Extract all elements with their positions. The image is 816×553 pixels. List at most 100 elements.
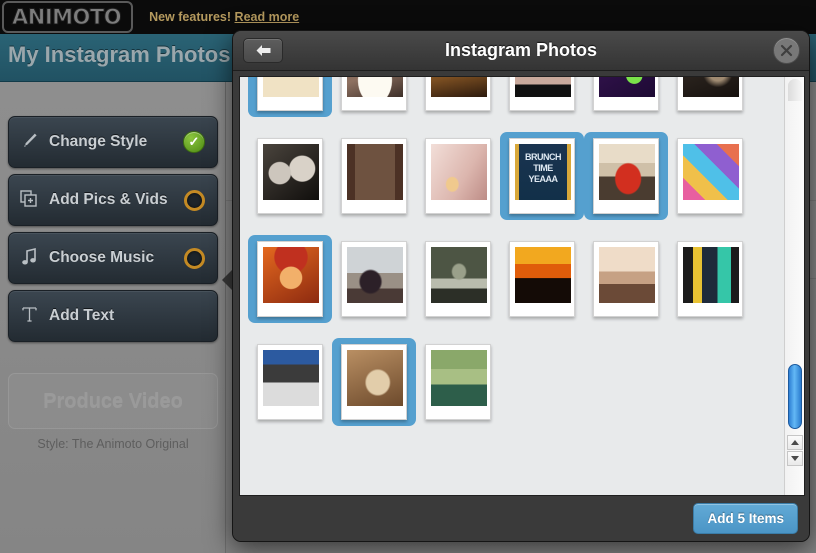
- polaroid-frame: BRUNCH TIME YEAAA: [509, 138, 575, 214]
- photo-thumbnail[interactable]: [248, 132, 332, 220]
- polaroid-frame: [677, 241, 743, 317]
- photo-thumbnail[interactable]: [668, 77, 752, 117]
- sidebar-item-add-text[interactable]: Add Text: [8, 290, 218, 342]
- green-balloon-on-purple-background: [599, 77, 655, 97]
- polaroid-frame: [341, 241, 407, 317]
- status-badge: ✓: [171, 131, 217, 153]
- sidebar-item-add-pics-vids[interactable]: Add Pics & Vids: [8, 174, 218, 226]
- produce-video-button[interactable]: Produce Video: [8, 373, 218, 429]
- music-note-icon: [9, 247, 49, 270]
- scroll-down-arrow-icon[interactable]: [787, 451, 803, 466]
- coffee-cups-on-wooden-table: [431, 77, 487, 97]
- polaroid-frame: [509, 241, 575, 317]
- photo-thumbnail[interactable]: [500, 77, 584, 117]
- polaroid-frame: [257, 241, 323, 317]
- polaroid-frame: [593, 138, 659, 214]
- photo-thumbnail[interactable]: [500, 235, 584, 323]
- sidebar-item-choose-music[interactable]: Choose Music: [8, 232, 218, 284]
- empty-ring-icon: [183, 247, 205, 269]
- polaroid-frame: [257, 138, 323, 214]
- status-badge: [171, 189, 217, 211]
- polaroid-frame: [593, 241, 659, 317]
- vertical-scrollbar[interactable]: [784, 77, 804, 495]
- couple-embracing-on-street: [347, 247, 403, 303]
- photo-thumbnail[interactable]: [332, 77, 416, 117]
- woman-sitting-on-grass-in-park: [431, 350, 487, 406]
- two-people-on-subway-train: [683, 247, 739, 303]
- add-media-icon: [9, 189, 49, 212]
- photo-thumbnail[interactable]: [668, 235, 752, 323]
- photo-thumbnail[interactable]: [416, 77, 500, 117]
- golden-sunset-over-city-skyline: [515, 247, 571, 303]
- photo-grid-panel: BRUNCH TIME YEAAA: [239, 76, 805, 496]
- style-label: Style: The Animoto Original: [37, 437, 189, 451]
- produce-video-label: Produce Video: [43, 389, 183, 412]
- modal-title: Instagram Photos: [444, 40, 598, 60]
- white-frosted-cake-on-table: [347, 77, 403, 97]
- add-items-button[interactable]: Add 5 Items: [693, 503, 798, 534]
- person-seated-in-dark-room: [683, 77, 739, 97]
- polaroid-frame: [425, 344, 491, 420]
- promo-text: New features!: [149, 10, 232, 24]
- orange-carousel-lion-face: [263, 247, 319, 303]
- chalkboard-sign-brunch-time-yeaaa: BRUNCH TIME YEAAA: [515, 144, 571, 200]
- scroll-up-arrow-icon[interactable]: [787, 435, 803, 450]
- polaroid-frame: [677, 138, 743, 214]
- sidebar: Change Style ✓ Add Pics & Vids Choose Mu…: [0, 82, 226, 553]
- person-under-broadway-street-sign: [263, 350, 319, 406]
- polaroid-frame: [425, 77, 491, 111]
- polaroid-frame: [425, 241, 491, 317]
- animoto-logo[interactable]: ANIMOTO: [2, 1, 134, 33]
- polaroid-frame: [257, 77, 323, 111]
- empty-ring-icon: [183, 189, 205, 211]
- sidebar-item-label: Add Text: [49, 307, 115, 324]
- brush-icon: [9, 131, 49, 154]
- instagram-photos-modal: Instagram Photos BRUNCH TIME YEAAA Add 5 I…: [232, 30, 810, 542]
- project-title: My Instagram Photos: [8, 42, 231, 67]
- sidebar-item-label: Add Pics & Vids: [49, 191, 168, 208]
- polaroid-frame: [677, 77, 743, 111]
- pink-flowers-on-cream-background: [263, 77, 319, 97]
- scrollbar-thumb[interactable]: [788, 364, 802, 429]
- sidebar-item-change-style[interactable]: Change Style ✓: [8, 116, 218, 168]
- two-faces-black-and-white-closeup: [263, 144, 319, 200]
- sidebar-item-label: Choose Music: [49, 249, 155, 266]
- photo-thumbnail[interactable]: [248, 338, 332, 426]
- promo-read-more-link[interactable]: Read more: [235, 10, 300, 24]
- promo-banner: New features! Read more: [149, 10, 299, 24]
- text-icon: [9, 305, 49, 327]
- sepia-sunrise-over-rooftops: [599, 247, 655, 303]
- polaroid-frame: [341, 344, 407, 420]
- modal-header: Instagram Photos: [233, 31, 809, 71]
- global-topbar: ANIMOTO New features! Read more: [0, 0, 816, 34]
- photo-thumbnail[interactable]: [416, 235, 500, 323]
- person-sitting-on-steps: [431, 247, 487, 303]
- photo-grid-viewport[interactable]: BRUNCH TIME YEAAA: [240, 77, 784, 495]
- polaroid-frame: [341, 138, 407, 214]
- polaroid-frame: [425, 138, 491, 214]
- photo-thumbnail[interactable]: [416, 132, 500, 220]
- close-button[interactable]: [773, 37, 800, 64]
- status-badge: [171, 247, 217, 269]
- polaroid-frame: [257, 344, 323, 420]
- photo-thumbnail[interactable]: [584, 235, 668, 323]
- wedding-dresses-in-shop-window: [347, 144, 403, 200]
- polaroid-frame: [341, 77, 407, 111]
- photo-thumbnail-selected[interactable]: BRUNCH TIME YEAAA: [500, 132, 584, 220]
- photo-thumbnail-selected[interactable]: [248, 77, 332, 117]
- check-icon: ✓: [183, 131, 205, 153]
- polaroid-frame: [593, 77, 659, 111]
- photo-thumbnail[interactable]: [668, 132, 752, 220]
- photo-thumbnail[interactable]: [584, 77, 668, 117]
- modal-footer: Add 5 Items: [233, 496, 809, 541]
- photo-thumbnail[interactable]: [332, 132, 416, 220]
- sidebar-item-label: Change Style: [49, 133, 148, 150]
- red-cowboy-boot-on-bed: [599, 144, 655, 200]
- photo-thumbnail[interactable]: [416, 338, 500, 426]
- polaroid-frame: [509, 77, 575, 111]
- photo-thumbnail-selected[interactable]: [584, 132, 668, 220]
- photo-thumbnail-selected[interactable]: [332, 338, 416, 426]
- photo-thumbnail-selected[interactable]: [248, 235, 332, 323]
- photo-thumbnail[interactable]: [332, 235, 416, 323]
- close-icon: [780, 44, 793, 57]
